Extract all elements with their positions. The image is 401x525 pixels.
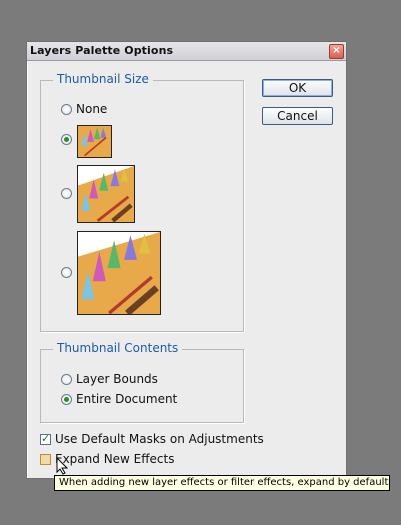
thumbnail-contents-group: Thumbnail Contents Layer Bounds Entire D… (40, 341, 244, 423)
tooltip: When adding new layer effects or filter … (54, 475, 390, 491)
title-bar[interactable]: Layers Palette Options × (27, 42, 346, 61)
radio-size-medium[interactable] (61, 188, 72, 199)
ok-button[interactable]: OK (262, 79, 333, 97)
radio-size-none[interactable] (61, 104, 72, 115)
close-icon[interactable]: × (329, 44, 344, 59)
cancel-button[interactable]: Cancel (262, 107, 333, 125)
radio-entire-document[interactable] (61, 394, 72, 405)
entire-document-label: Entire Document (76, 392, 178, 406)
radio-layer-bounds[interactable] (61, 374, 72, 385)
layer-bounds-label: Layer Bounds (76, 372, 158, 386)
radio-size-small[interactable] (61, 134, 72, 145)
use-default-masks-checkbox[interactable] (40, 432, 51, 445)
thumbnail-small-preview[interactable] (77, 125, 112, 158)
mouse-cursor-icon (56, 457, 68, 475)
expand-new-effects-checkbox[interactable] (40, 454, 51, 465)
thumbnail-large-preview[interactable] (77, 231, 161, 315)
use-default-masks-label: Use Default Masks on Adjustments (55, 432, 264, 446)
size-none-label: None (76, 102, 108, 116)
dialog-title: Layers Palette Options (30, 44, 174, 57)
thumbnail-medium-preview[interactable] (77, 165, 135, 223)
expand-new-effects-label: Expand New Effects (55, 452, 175, 466)
thumbnail-size-group: Thumbnail Size None (40, 72, 244, 332)
radio-size-large[interactable] (61, 267, 72, 278)
thumbnail-contents-legend: Thumbnail Contents (53, 341, 183, 355)
layers-palette-options-dialog: Layers Palette Options × Thumbnail Size … (26, 41, 347, 479)
thumbnail-size-legend: Thumbnail Size (53, 72, 153, 86)
